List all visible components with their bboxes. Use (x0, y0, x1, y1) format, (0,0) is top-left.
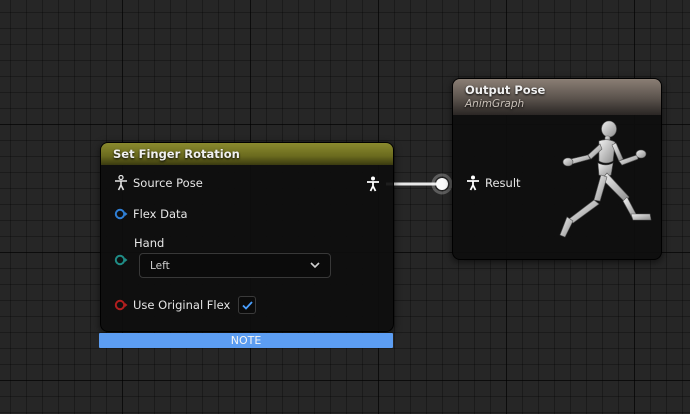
person-pose-icon[interactable] (365, 176, 381, 192)
running-mannequin-icon (549, 119, 659, 251)
chevron-down-icon (310, 260, 320, 272)
checkmark-icon (242, 300, 253, 310)
hand-dropdown[interactable]: Left (139, 253, 331, 278)
node-title: Output Pose (465, 83, 546, 97)
flex-data-pin-row[interactable]: Flex Data (113, 206, 188, 222)
node-title: Set Finger Rotation (101, 143, 393, 165)
use-original-flex-label: Use Original Flex (133, 298, 231, 312)
node-subtitle: AnimGraph (465, 98, 525, 110)
person-pose-icon[interactable] (113, 175, 129, 191)
flex-data-label: Flex Data (133, 207, 188, 221)
result-label: Result (485, 176, 521, 190)
use-original-flex-checkbox[interactable] (238, 296, 257, 314)
person-pose-icon[interactable] (465, 175, 481, 191)
source-pose-pin-row[interactable]: Source Pose (113, 175, 203, 191)
result-pin-row[interactable]: Result (465, 175, 521, 191)
hand-pin-icon[interactable] (113, 252, 129, 268)
output-pose-node[interactable]: Output Pose AnimGraph Result (452, 78, 662, 260)
source-pose-label: Source Pose (133, 176, 203, 190)
output-pose-header: Output Pose AnimGraph (453, 79, 661, 115)
anim-graph-canvas[interactable]: Set Finger Rotation Source Pose Flex Dat… (0, 0, 690, 414)
hand-label-row: Hand (134, 236, 164, 250)
hand-label: Hand (134, 236, 165, 250)
use-original-flex-pin-row[interactable]: Use Original Flex (113, 296, 257, 314)
note-bar[interactable]: NOTE (99, 333, 393, 348)
hand-dropdown-value: Left (150, 259, 170, 272)
flex-data-pin-icon[interactable] (113, 206, 129, 222)
set-finger-rotation-node[interactable]: Set Finger Rotation Source Pose Flex Dat… (99, 142, 394, 348)
use-original-flex-pin-icon[interactable] (113, 297, 129, 313)
